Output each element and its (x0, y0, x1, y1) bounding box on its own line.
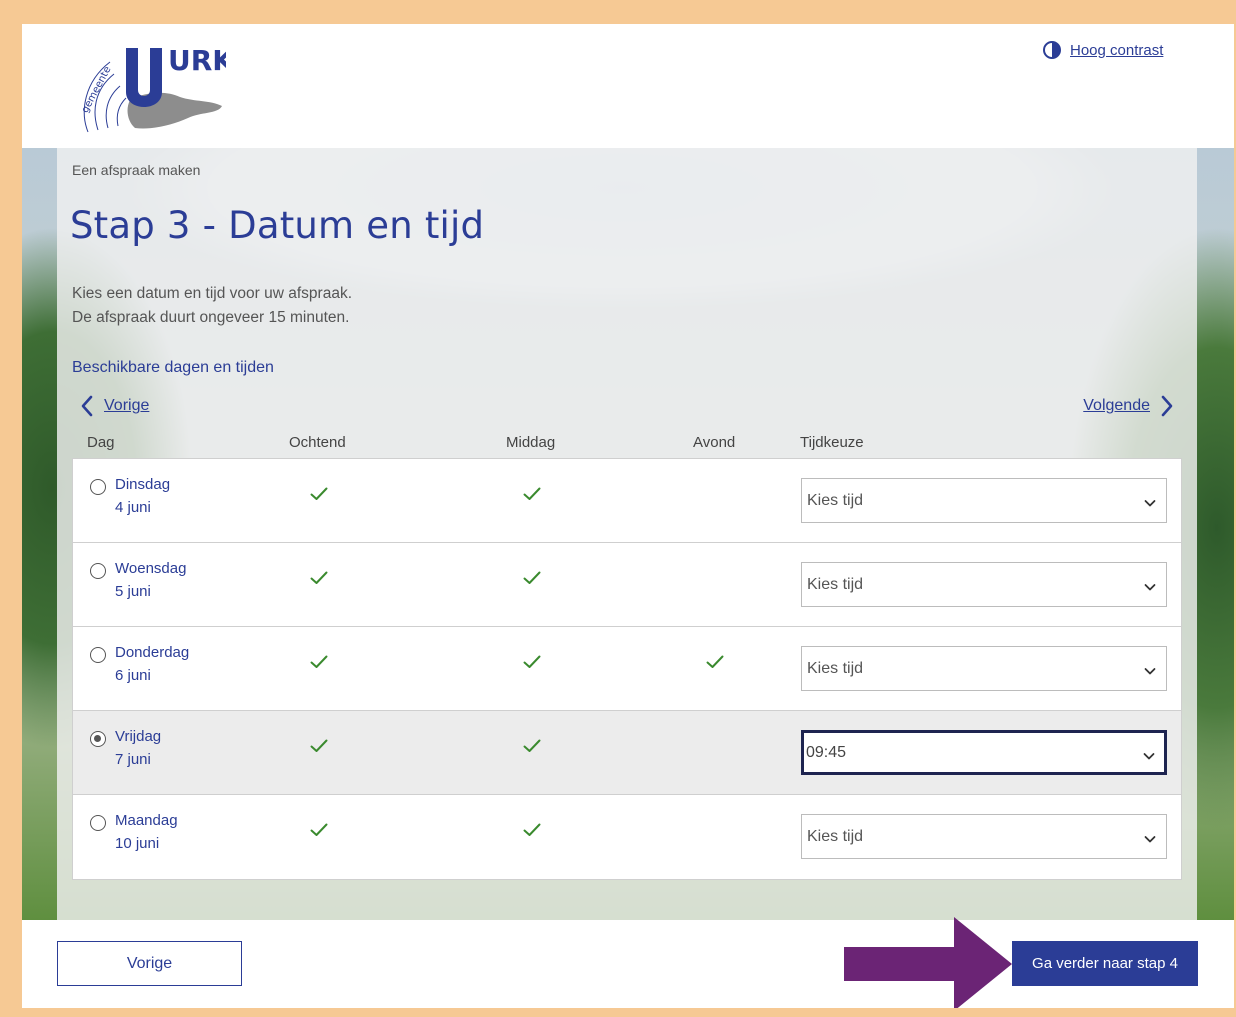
high-contrast-label: Hoog contrast (1070, 41, 1164, 59)
column-header-afternoon: Middag (506, 434, 556, 451)
chevron-right-icon (1161, 395, 1173, 417)
urk-logo[interactable]: URK gemeente (70, 42, 235, 134)
intro-text: Kies een datum en tijd voor uw afspraak.… (72, 282, 352, 330)
previous-step-button[interactable]: Vorige (57, 941, 242, 986)
time-select-value: 09:45 (806, 743, 847, 761)
chevron-down-icon (1144, 831, 1156, 843)
day-name: Vrijdag (115, 728, 162, 745)
day-radio[interactable] (90, 479, 106, 495)
day-date: 10 juni (115, 835, 160, 852)
previous-week-link[interactable]: Vorige (80, 395, 149, 417)
time-select[interactable]: Kies tijd (801, 478, 1167, 523)
section-title: Beschikbare dagen en tijden (72, 359, 274, 376)
availability-table: Dinsdag 4 juni Kies tijd Woensdag 5 juni Kies… (72, 458, 1182, 880)
table-row: Maandag 10 juni Kies tijd (73, 795, 1181, 879)
column-header-time: Tijdkeuze (800, 434, 864, 451)
day-date: 5 juni (115, 583, 151, 600)
time-select[interactable]: 09:45 (801, 730, 1167, 775)
day-name: Donderdag (115, 644, 190, 661)
logo-text: URK (168, 44, 226, 77)
afternoon-available-check-icon (523, 822, 541, 836)
column-header-day: Dag (87, 434, 115, 451)
column-header-morning: Ochtend (289, 434, 346, 451)
day-date: 7 juni (115, 751, 151, 768)
table-row: Donderdag 6 juni Kies tijd (73, 627, 1181, 711)
day-radio[interactable] (90, 563, 106, 579)
time-select-value: Kies tijd (807, 659, 864, 677)
day-radio[interactable] (90, 815, 106, 831)
intro-line-2: De afspraak duurt ongeveer 15 minuten. (72, 309, 350, 326)
afternoon-available-check-icon (523, 486, 541, 500)
next-week-label: Volgende (1083, 397, 1150, 414)
morning-available-check-icon (310, 738, 328, 752)
day-radio[interactable] (90, 647, 106, 663)
high-contrast-link[interactable]: Hoog contrast (1042, 40, 1163, 60)
day-radio[interactable] (90, 731, 106, 747)
time-select-value: Kies tijd (807, 827, 864, 845)
evening-available-check-icon (706, 654, 724, 668)
time-select-value: Kies tijd (807, 491, 864, 509)
chevron-down-icon (1144, 495, 1156, 507)
time-select[interactable]: Kies tijd (801, 562, 1167, 607)
arrow-annotation (844, 917, 1012, 1008)
site-header: URK gemeente Hoog contrast (22, 24, 1234, 148)
time-select[interactable]: Kies tijd (801, 814, 1167, 859)
table-row: Dinsdag 4 juni Kies tijd (73, 459, 1181, 543)
morning-available-check-icon (310, 570, 328, 584)
chevron-down-icon (1143, 748, 1155, 760)
morning-available-check-icon (310, 486, 328, 500)
breadcrumb: Een afspraak maken (72, 162, 201, 178)
next-step-button[interactable]: Ga verder naar stap 4 (1012, 941, 1198, 986)
previous-week-label: Vorige (104, 397, 150, 414)
table-row: Vrijdag 7 juni 09:45 (73, 711, 1181, 795)
afternoon-available-check-icon (523, 570, 541, 584)
time-select[interactable]: Kies tijd (801, 646, 1167, 691)
page-frame: URK gemeente Hoog contrast Een afspraak … (22, 24, 1234, 1008)
page-title: Stap 3 - Datum en tijd (70, 204, 485, 247)
chevron-left-icon (81, 395, 93, 417)
column-header-evening: Avond (693, 434, 736, 451)
chevron-down-icon (1144, 579, 1156, 591)
day-name: Dinsdag (115, 476, 171, 493)
day-date: 6 juni (115, 667, 151, 684)
day-name: Woensdag (115, 560, 187, 577)
time-select-value: Kies tijd (807, 575, 864, 593)
intro-line-1: Kies een datum en tijd voor uw afspraak. (72, 285, 353, 302)
table-row: Woensdag 5 juni Kies tijd (73, 543, 1181, 627)
day-name: Maandag (115, 812, 178, 829)
day-date: 4 juni (115, 499, 151, 516)
next-week-link[interactable]: Volgende (1083, 395, 1174, 417)
logo-subtext: gemeente (80, 65, 114, 115)
afternoon-available-check-icon (523, 654, 541, 668)
morning-available-check-icon (310, 654, 328, 668)
contrast-icon (1043, 41, 1061, 59)
chevron-down-icon (1144, 663, 1156, 675)
afternoon-available-check-icon (523, 738, 541, 752)
morning-available-check-icon (310, 822, 328, 836)
